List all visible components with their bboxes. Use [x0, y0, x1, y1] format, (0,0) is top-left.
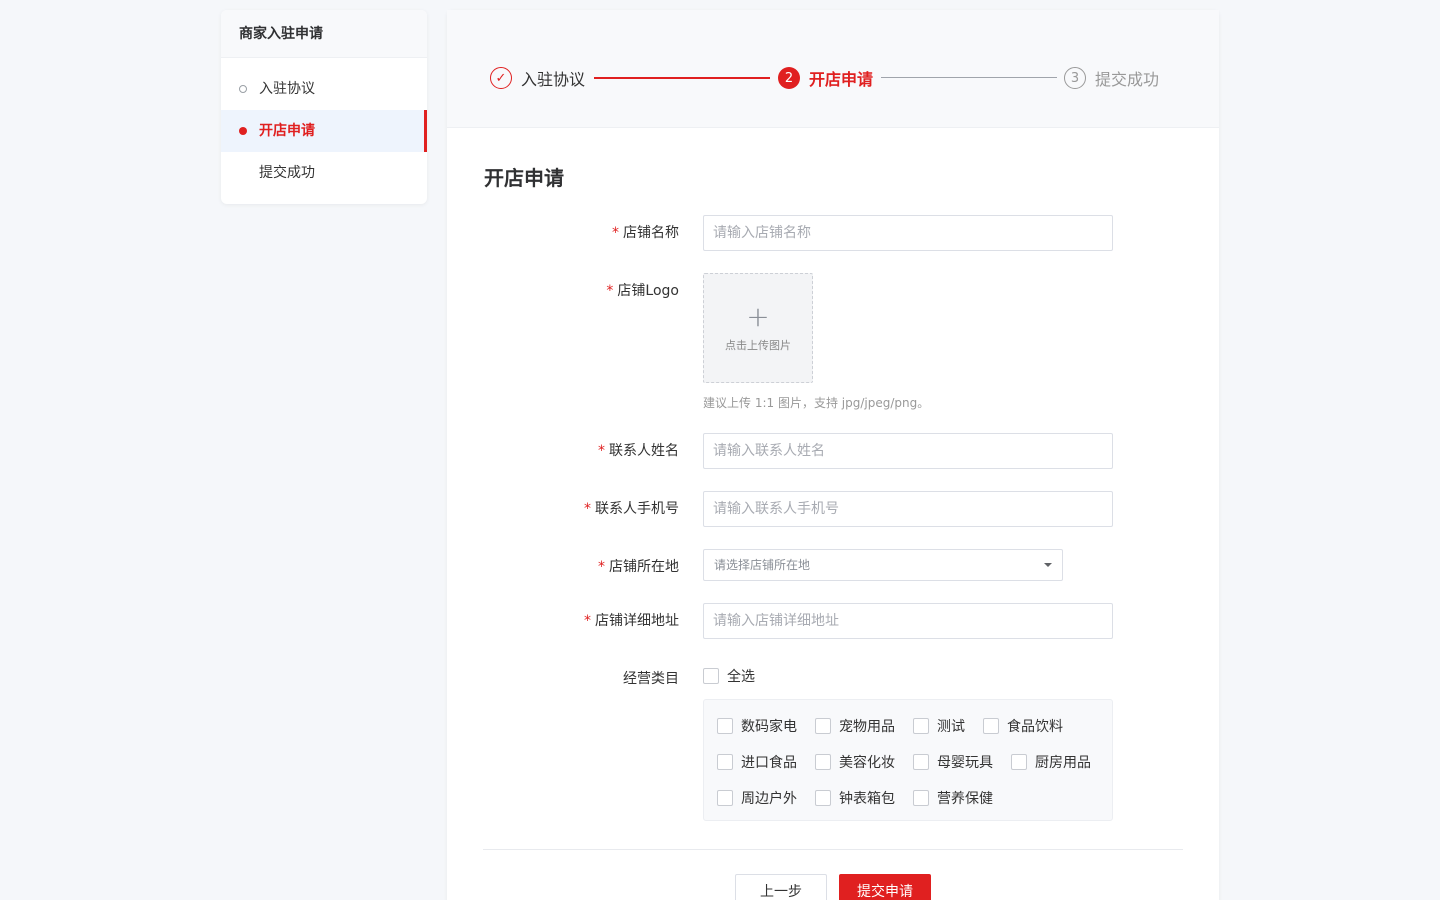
checkbox-icon — [717, 754, 733, 770]
category-label: 经营类目 — [623, 671, 679, 687]
category-checkbox[interactable]: 数码家电 — [717, 716, 797, 736]
category-checkbox[interactable]: 测试 — [913, 716, 965, 736]
shop-location-select[interactable]: 请选择店铺所在地 — [703, 549, 1063, 581]
caret-down-icon — [1044, 563, 1052, 567]
checkbox-icon — [913, 790, 929, 806]
category-checkbox[interactable]: 美容化妆 — [815, 752, 895, 772]
shop-logo-label: * 店铺Logo — [606, 283, 679, 299]
check-all-checkbox[interactable]: 全选 — [703, 666, 755, 686]
category-checkbox[interactable]: 宠物用品 — [815, 716, 895, 736]
main-card: ✓ 入驻协议 2 开店申请 3 提交成功 开店申请 *店铺名称 *店铺Logo … — [447, 10, 1219, 900]
sidebar-item-agreement[interactable]: 入驻协议 — [221, 68, 427, 110]
checkbox-icon — [913, 718, 929, 734]
sidebar: 商家入驻申请 入驻协议 开店申请 提交成功 — [221, 10, 427, 204]
shop-name-label: * 店铺名称 — [612, 225, 679, 241]
step-number-icon: 3 — [1064, 67, 1086, 89]
checkbox-icon — [815, 754, 831, 770]
active-dot-icon — [239, 127, 247, 135]
required-mark: * — [584, 613, 591, 629]
required-mark: * — [612, 225, 619, 241]
logo-upload-button[interactable]: + 点击上传图片 — [703, 273, 813, 383]
step-label: 入驻协议 — [521, 70, 586, 89]
form-divider — [483, 849, 1183, 850]
required-mark: * — [584, 501, 591, 517]
shop-name-input[interactable] — [703, 215, 1113, 251]
category-checkbox[interactable]: 营养保健 — [913, 788, 993, 808]
prev-step-button[interactable]: 上一步 — [735, 874, 827, 900]
checkbox-icon — [1011, 754, 1027, 770]
step-success: 3 提交成功 — [1064, 66, 1159, 90]
step-number-icon: 2 — [778, 67, 800, 89]
required-mark: * — [598, 559, 605, 575]
category-checkbox[interactable]: 钟表箱包 — [815, 788, 895, 808]
plus-icon: + — [746, 300, 770, 333]
sidebar-item-label: 提交成功 — [259, 165, 315, 181]
checkbox-icon — [983, 718, 999, 734]
shop-address-label: * 店铺详细地址 — [584, 613, 679, 629]
checkbox-icon — [703, 668, 719, 684]
category-checkbox[interactable]: 厨房用品 — [1011, 752, 1091, 772]
form-title: 开店申请 — [484, 166, 564, 190]
step-shop-application: 2 开店申请 — [778, 66, 873, 90]
checkbox-icon — [717, 718, 733, 734]
checkbox-icon — [815, 718, 831, 734]
required-mark: * — [598, 443, 605, 459]
upload-text: 点击上传图片 — [725, 339, 791, 352]
contact-phone-label: * 联系人手机号 — [584, 501, 679, 517]
checkbox-icon — [717, 790, 733, 806]
sidebar-list: 入驻协议 开店申请 提交成功 — [221, 58, 427, 194]
steps-bar: ✓ 入驻协议 2 开店申请 3 提交成功 — [447, 10, 1219, 128]
checkbox-icon — [913, 754, 929, 770]
sidebar-item-shop-application[interactable]: 开店申请 — [221, 110, 427, 152]
sidebar-title: 商家入驻申请 — [221, 10, 427, 58]
category-checkbox[interactable]: 进口食品 — [717, 752, 797, 772]
sidebar-item-label: 入驻协议 — [259, 81, 315, 97]
check-circle-icon: ✓ — [490, 67, 512, 89]
category-checkbox[interactable]: 周边户外 — [717, 788, 797, 808]
submit-application-button[interactable]: 提交申请 — [839, 874, 931, 900]
select-placeholder: 请选择店铺所在地 — [714, 558, 811, 572]
category-options: 数码家电 宠物用品 测试 食品饮料 进口食品 美容化妆 母婴玩具 厨房用品 周边… — [703, 699, 1113, 821]
contact-name-label: * 联系人姓名 — [598, 443, 679, 459]
sidebar-item-success[interactable]: 提交成功 — [221, 152, 427, 194]
upload-hint: 建议上传 1:1 图片，支持 jpg/jpeg/png。 — [703, 396, 930, 410]
shop-location-label: * 店铺所在地 — [598, 559, 679, 575]
category-checkbox[interactable]: 母婴玩具 — [913, 752, 993, 772]
step-agreement: ✓ 入驻协议 — [490, 66, 585, 90]
step-label: 提交成功 — [1095, 70, 1160, 89]
required-mark: * — [606, 283, 614, 299]
step-connector-done — [594, 77, 770, 79]
step-label: 开店申请 — [809, 70, 874, 89]
checkbox-icon — [815, 790, 831, 806]
contact-phone-input[interactable] — [703, 491, 1113, 527]
shop-address-input[interactable] — [703, 603, 1113, 639]
step-connector-pending — [881, 77, 1057, 78]
contact-name-input[interactable] — [703, 433, 1113, 469]
step-dot-icon — [239, 85, 247, 93]
sidebar-item-label: 开店申请 — [259, 123, 315, 139]
check-all-label: 全选 — [727, 669, 755, 685]
category-checkbox[interactable]: 食品饮料 — [983, 716, 1063, 736]
